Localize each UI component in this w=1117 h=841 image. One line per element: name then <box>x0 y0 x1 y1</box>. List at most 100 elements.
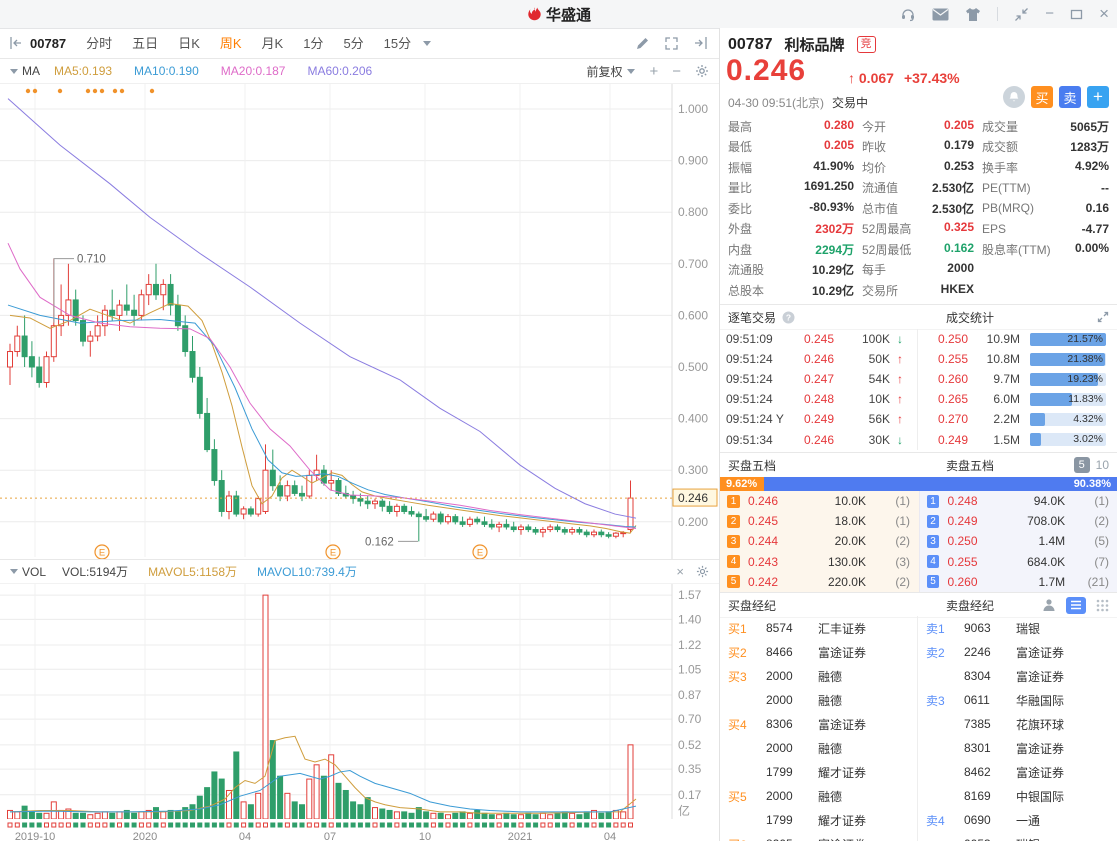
close-volume-pane-icon[interactable]: × <box>676 564 684 579</box>
bid-ratio-segment: 9.62% <box>720 477 765 491</box>
stats-row: 委比 -80.93% 总市值 2.530亿 PB(MRQ) 0.16 <box>728 199 1109 216</box>
maximize-button[interactable] <box>1070 8 1083 21</box>
broker-row: 7385 花旗环球 <box>964 717 1065 732</box>
order-book-row[interactable]: 5 0.242 220.0K (2) <box>720 572 919 592</box>
price-change: ↑ 0.067 +37.43% <box>848 70 960 86</box>
vol-legend-item: VOL:5194万 <box>62 565 129 579</box>
trade-stat-row: 0.265 6.0M 11.83% <box>918 389 1116 409</box>
svg-text:E: E <box>477 548 483 559</box>
order-book-row[interactable]: 3 0.250 1.4M (5) <box>920 531 1117 551</box>
trade-stat-row: 0.270 2.2M 4.32% <box>918 409 1116 429</box>
svg-text:1.40: 1.40 <box>678 612 702 626</box>
trade-stat-row: 0.255 10.8M 21.38% <box>918 349 1116 369</box>
svg-text:E: E <box>330 548 336 559</box>
titlebar: 华盛通 − × <box>0 0 1117 29</box>
expand-section-icon[interactable] <box>1097 311 1109 323</box>
edit-pencil-icon[interactable] <box>635 36 650 51</box>
vol-indicator-toggle[interactable]: VOL <box>8 565 46 579</box>
order-book-row[interactable]: 3 0.244 20.0K (2) <box>720 531 919 551</box>
order-book-row[interactable]: 4 0.243 130.0K (3) <box>720 552 919 572</box>
order-book-row[interactable]: 1 0.248 94.0K (1) <box>920 491 1117 511</box>
quote-stock-code: 00787 <box>728 35 773 53</box>
volume-chart[interactable]: 1.57 1.40 1.22 1.05 0.87 0.70 0.52 0.35 0.17 亿 <box>0 584 719 819</box>
titlebar-separator <box>997 7 999 21</box>
tab-15分[interactable]: 15分 <box>374 29 421 58</box>
svg-text:1.22: 1.22 <box>678 638 702 652</box>
open-panel-icon[interactable] <box>693 36 709 50</box>
broker-row: 8169 中银国际 <box>964 789 1065 804</box>
adjust-mode-dropdown[interactable]: 前复权 <box>586 63 636 80</box>
volume-indicator-bar: VOL VOL:5194万 MAVOL5:1158万 MAVOL10:739.4万 … <box>0 559 719 584</box>
sell-button[interactable]: 卖 <box>1059 86 1081 108</box>
shrink-icon[interactable] <box>1014 7 1029 22</box>
zoom-in-icon[interactable]: + <box>649 63 658 80</box>
date-tick: 07 <box>323 831 337 841</box>
tab-日K[interactable]: 日K <box>168 29 210 58</box>
svg-text:1.000: 1.000 <box>678 102 708 116</box>
order-book-row[interactable]: 2 0.249 708.0K (2) <box>920 511 1117 531</box>
broker-list-view-icon[interactable] <box>1066 596 1086 614</box>
close-button[interactable]: × <box>1099 0 1109 28</box>
current-price-tag: 0.246 <box>672 488 718 507</box>
app-logo: 华盛通 <box>526 0 591 28</box>
date-tick: 2020 <box>132 831 158 841</box>
fullscreen-icon[interactable] <box>664 36 679 51</box>
order-book-row[interactable]: 2 0.245 18.0K (1) <box>720 511 919 531</box>
tick-trade-row: 09:51:24 0.247 54K ↑ <box>720 369 917 389</box>
stats-row: 量比 1691.250 流通值 2.530亿 PE(TTM) -- <box>728 179 1109 196</box>
tab-1分[interactable]: 1分 <box>293 29 333 58</box>
tab-分时[interactable]: 分时 <box>76 29 122 58</box>
order-book-row[interactable]: 4 0.255 684.0K (7) <box>920 552 1117 572</box>
broker-row: 8301 富途证券 <box>964 741 1065 756</box>
svg-text:0.52: 0.52 <box>678 738 702 752</box>
levels-section-header: 买盘五档 卖盘五档 5 10 <box>720 452 1117 478</box>
ma-indicator-bar: MA MA5:0.193 MA10:0.190 MA20:0.187 MA60:0.2… <box>0 59 719 84</box>
period-tabbar: 00787 分时 五日 日K 周K 月K 1分 5分 15分 <box>0 28 719 59</box>
tab-5分[interactable]: 5分 <box>333 29 373 58</box>
levels-10-toggle[interactable]: 10 <box>1096 458 1109 472</box>
tab-周K[interactable]: 周K <box>210 29 252 58</box>
huasheng-app-window: 华盛通 − × 00787 分时 五日 日K 周K 月K 1分 5分 15分 M… <box>0 0 1117 841</box>
date-tick: 2019-10 <box>14 831 56 841</box>
mail-icon[interactable] <box>932 8 949 21</box>
ma-legend-item: MA20:0.187 <box>220 64 286 78</box>
chart-settings-gear-icon[interactable] <box>695 64 709 78</box>
ma-legend-item: MA10:0.190 <box>134 64 199 78</box>
more-periods-dropdown-icon[interactable] <box>423 40 432 46</box>
help-icon[interactable]: ? <box>782 311 795 324</box>
collapse-left-panel-icon[interactable] <box>8 36 24 50</box>
skin-shirt-icon[interactable] <box>965 7 981 22</box>
app-title: 华盛通 <box>545 6 592 24</box>
broker-grid-view-icon[interactable] <box>1096 599 1109 612</box>
zoom-out-icon[interactable]: − <box>672 63 681 80</box>
stats-row: 最低 0.205 昨收 0.179 成交额 1283万 <box>728 138 1109 155</box>
ma-indicator-toggle[interactable]: MA <box>8 64 40 78</box>
order-book-row[interactable]: 5 0.260 1.7M (21) <box>920 572 1117 592</box>
tab-五日[interactable]: 五日 <box>122 29 168 58</box>
broker-holder-person-icon[interactable] <box>1042 598 1056 612</box>
service-headset-icon[interactable] <box>900 6 916 22</box>
volume-settings-gear-icon[interactable] <box>696 565 709 578</box>
broker-row: 买4 8306 富途证券 <box>728 717 867 732</box>
order-book-row[interactable]: 1 0.246 10.0K (1) <box>720 491 919 511</box>
quote-timestamp: 04-30 09:51(北京) <box>728 96 825 110</box>
tick-trades-title: 逐笔交易 <box>728 310 777 325</box>
levels-5-toggle[interactable]: 5 <box>1073 457 1090 473</box>
add-watchlist-button[interactable]: + <box>1087 86 1109 108</box>
minimize-button[interactable]: − <box>1045 0 1054 28</box>
tab-月K[interactable]: 月K <box>252 29 294 58</box>
buy-button[interactable]: 买 <box>1031 86 1053 108</box>
up-arrow-icon: ↑ <box>897 352 903 367</box>
svg-text:0.800: 0.800 <box>678 205 708 219</box>
kline-chart[interactable]: 1.000 0.900 0.800 0.700 0.600 0.500 0.400 0.300… <box>0 84 719 559</box>
quote-stats-grid: 最高 0.280 今开 0.205 成交量 5065万 最低 0.205 昨收 0.179 成交额 1… <box>720 116 1117 302</box>
trade-stat-row: 0.250 10.9M 21.57% <box>918 329 1116 349</box>
stats-row: 振幅 41.90% 均价 0.253 换手率 4.92% <box>728 158 1109 175</box>
price-alert-bell-button[interactable] <box>1003 86 1025 108</box>
down-arrow-icon: ↓ <box>897 332 903 347</box>
ask-brokers-title: 卖盘经纪 <box>946 598 995 613</box>
vol-values: VOL:5194万 MAVOL5:1158万 MAVOL10:739.4万 <box>62 563 377 580</box>
toolbar-stock-code: 00787 <box>30 35 67 51</box>
svg-text:0.600: 0.600 <box>678 308 708 322</box>
svg-text:?: ? <box>786 312 791 322</box>
